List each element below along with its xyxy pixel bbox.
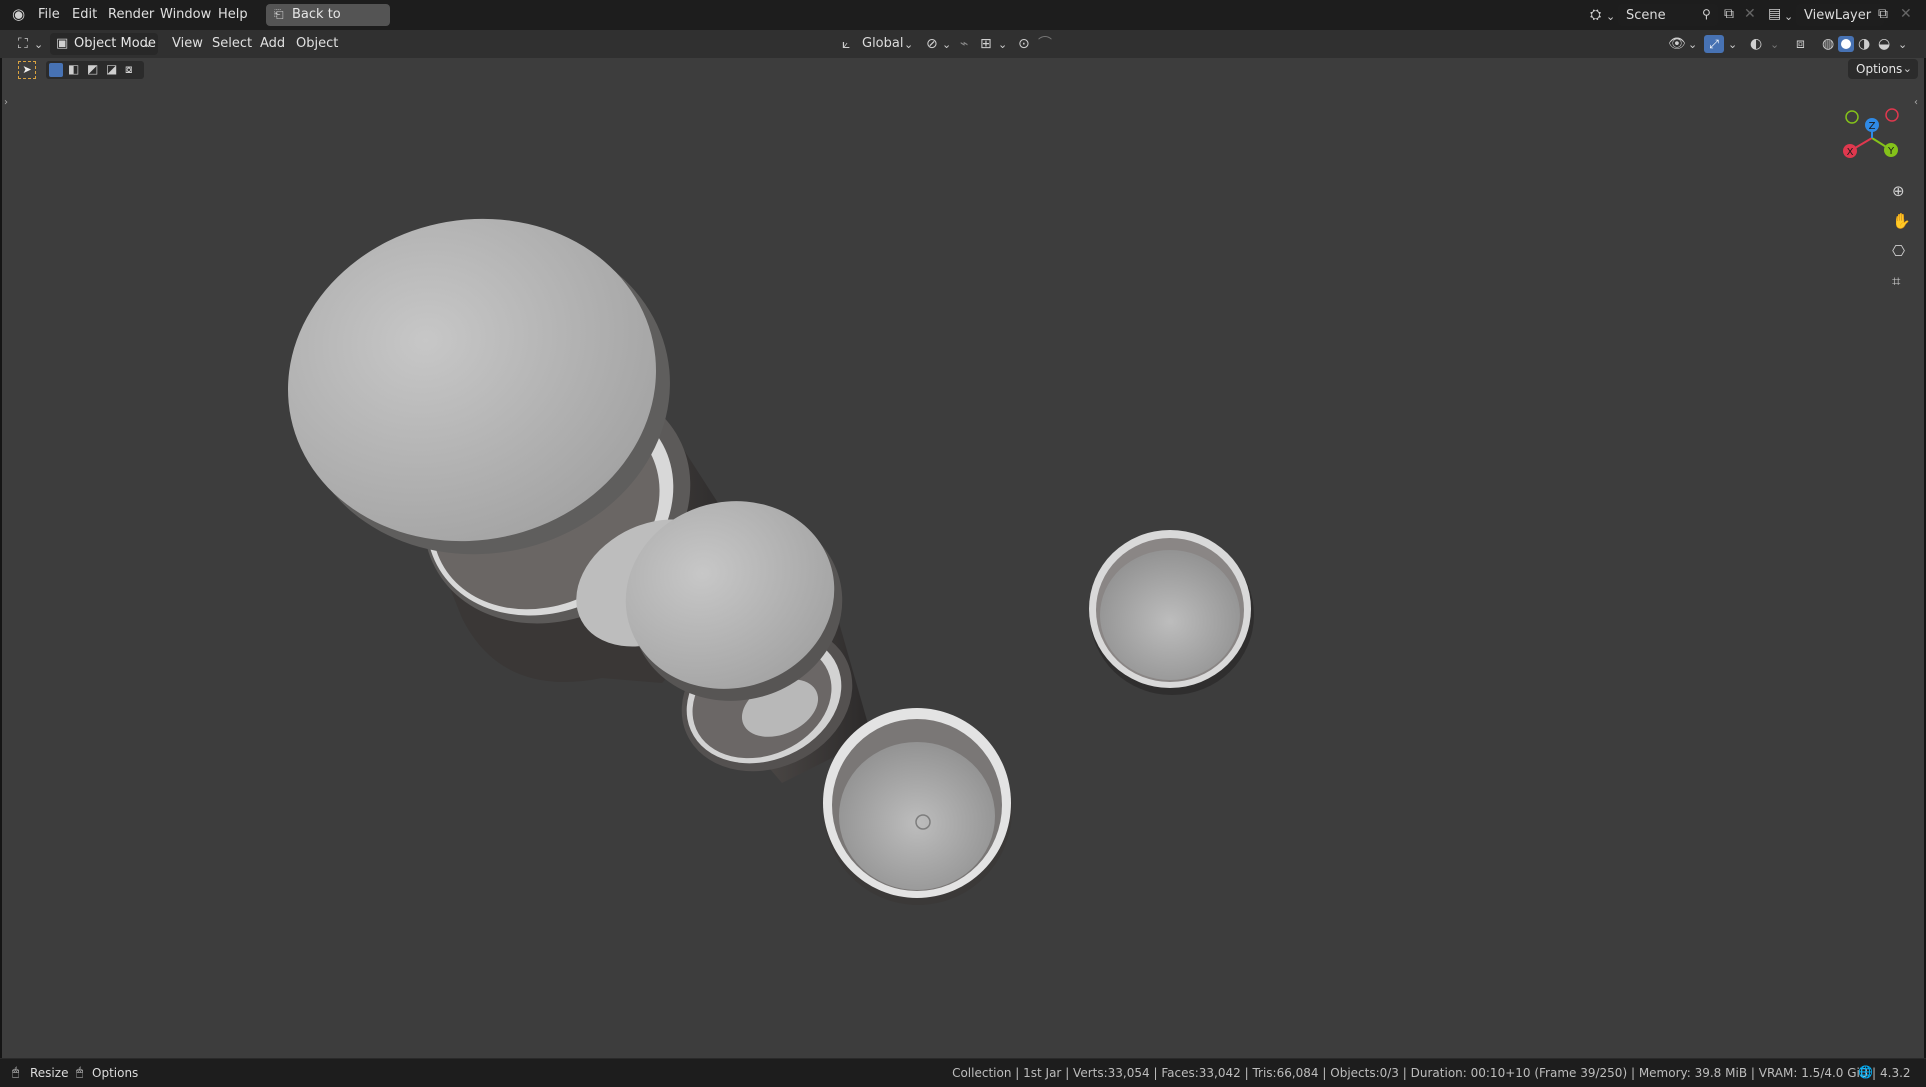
delete-scene-icon[interactable]: ✕ (1744, 7, 1756, 21)
view-layer-dropdown-icon[interactable]: ⌄ (1784, 10, 1793, 23)
stat-faces: Faces:33,042 (1161, 1066, 1241, 1080)
view-layer-field[interactable]: ViewLayer (1796, 4, 1884, 26)
version-label: 4.3.2 (1880, 1066, 1911, 1080)
menu-view[interactable]: View (172, 36, 203, 51)
scene-name-field[interactable]: Scene ⚲ (1618, 4, 1718, 26)
editor-type-dropdown-icon[interactable]: ⌄ (34, 38, 43, 51)
stat-vram: VRAM: 1.5/4.0 GiB (1758, 1066, 1869, 1080)
snap-toggle-icon[interactable]: ⌁ (960, 37, 968, 51)
stat-memory: Memory: 39.8 MiB (1638, 1066, 1748, 1080)
editor-type-icon[interactable]: ⛶ (18, 37, 28, 51)
scene-statistics: Collection | 1st Jar | Verts:33,054 | Fa… (952, 1066, 1876, 1080)
stat-objects: Objects:0/3 (1330, 1066, 1399, 1080)
blender-logo-icon[interactable]: ◉ (12, 7, 25, 22)
gizmo-toggle-icon[interactable]: ⤢ (1704, 35, 1724, 53)
gizmo-z-label: Z (1869, 121, 1876, 132)
network-icon[interactable]: 🌐 (1858, 1066, 1873, 1078)
perspective-toggle-icon[interactable]: ⌗ (1892, 274, 1900, 289)
scene-render (288, 218, 1254, 905)
material-shading-icon[interactable]: ◑ (1858, 37, 1870, 51)
pan-hand-icon[interactable]: ✋ (1892, 214, 1911, 229)
loose-lid[interactable] (1089, 530, 1254, 695)
3d-viewport[interactable]: ➤ ◧ ◩ ◪ ⧇ Options ⌄ › ‹ X Y Z ⊕ ✋ ⎔ ⌗ (2, 58, 1924, 1058)
status-options: Options (92, 1066, 139, 1080)
visibility-chevron-icon[interactable]: ⌄ (1688, 38, 1697, 51)
menu-file[interactable]: File (38, 7, 60, 22)
menu-help[interactable]: Help (218, 7, 248, 22)
camera-view-icon[interactable]: ⎔ (1892, 244, 1905, 259)
stat-active-object: 1st Jar (1023, 1066, 1062, 1080)
overlays-icon[interactable]: ◐ (1750, 37, 1762, 51)
solid-shading-icon[interactable] (1838, 36, 1854, 52)
object-mode-dropdown[interactable]: ▣ Object Mode ⌄ (50, 33, 158, 55)
rendered-shading-icon[interactable]: ◒ (1878, 37, 1890, 51)
menu-render[interactable]: Render (108, 7, 154, 22)
snap-target-icon[interactable]: ⊞ (980, 37, 992, 51)
visibility-icon[interactable]: 👁 (1668, 37, 1686, 51)
new-scene-icon[interactable]: ⧉ (1724, 7, 1734, 21)
viewport-header: ⛶ ⌄ ▣ Object Mode ⌄ View Select Add Obje… (0, 30, 1926, 58)
scene-dropdown-icon[interactable]: ⌄ (1606, 10, 1615, 23)
menu-object[interactable]: Object (296, 36, 338, 51)
menu-select[interactable]: Select (212, 36, 252, 51)
view-layer-icon[interactable]: ▤ (1768, 7, 1781, 21)
mouse-right-icon: 🖱 (76, 1065, 84, 1079)
new-view-layer-icon[interactable]: ⧉ (1878, 7, 1888, 21)
transform-orientation-icon[interactable]: ⟀ (842, 37, 850, 51)
chevron-down-icon: ⌄ (143, 37, 153, 50)
transform-orientation-label[interactable]: Global (862, 36, 903, 51)
status-bar: 🖱 Resize 🖱 Options Collection | 1st Jar … (0, 1058, 1926, 1087)
orientation-chevron-icon[interactable]: ⌄ (904, 38, 913, 51)
zoom-icon[interactable]: ⊕ (1892, 184, 1905, 199)
menu-add[interactable]: Add (260, 36, 285, 51)
xray-icon[interactable]: ⧈ (1796, 37, 1805, 51)
delete-view-layer-icon[interactable]: ✕ (1900, 7, 1912, 21)
snap-chevron-icon[interactable]: ⌄ (998, 38, 1007, 51)
stat-duration: Duration: 00:10+10 (Frame 39/250) (1410, 1066, 1628, 1080)
navigation-gizmo[interactable]: X Y Z (1830, 98, 1910, 178)
menu-window[interactable]: Window (160, 7, 211, 22)
small-cup[interactable] (823, 708, 1012, 905)
status-resize: Resize (30, 1066, 69, 1080)
stat-collection: Collection (952, 1066, 1012, 1080)
menu-edit[interactable]: Edit (72, 7, 97, 22)
pin-icon[interactable]: ⚲ (1702, 8, 1711, 20)
falloff-icon[interactable]: ⌒ (1038, 37, 1052, 51)
proportional-editing-icon[interactable]: ⊙ (1018, 37, 1030, 51)
back-to-previous-button[interactable]: ⎗ Back to Previous (266, 4, 390, 44)
object-mode-icon: ▣ (56, 36, 69, 51)
wireframe-shading-icon[interactable]: ◍ (1822, 37, 1834, 51)
back-icon: ⎗ (274, 7, 284, 21)
scene-icon[interactable]: ⛭ (1590, 8, 1601, 22)
gizmo-chevron-icon[interactable]: ⌄ (1728, 38, 1737, 51)
top-bar: ◉ File Edit Render Window Help ⎗ Back to… (0, 0, 1926, 44)
stat-tris: Tris:66,084 (1252, 1066, 1319, 1080)
gizmo-x-label: X (1847, 147, 1854, 158)
pivot-chevron-icon[interactable]: ⌄ (942, 38, 951, 51)
stat-verts: Verts:33,054 (1073, 1066, 1150, 1080)
view-layer-name: ViewLayer (1804, 8, 1872, 23)
mouse-left-icon: 🖱 (12, 1065, 20, 1079)
overlays-chevron-icon[interactable]: ⌄ (1770, 38, 1779, 51)
pivot-point-icon[interactable]: ⊘ (926, 37, 938, 51)
scene-name: Scene (1626, 8, 1666, 23)
gizmo-y-label: Y (1887, 146, 1895, 157)
shading-chevron-icon[interactable]: ⌄ (1898, 38, 1907, 51)
